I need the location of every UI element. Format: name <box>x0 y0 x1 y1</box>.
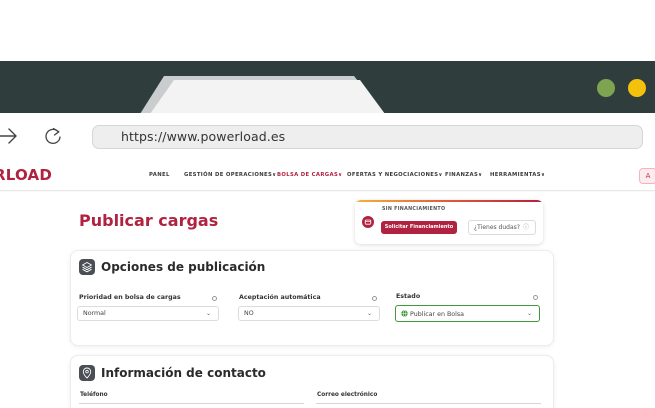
chevron-down-icon: ∨ <box>438 172 443 178</box>
email-label: Correo electrónico <box>317 392 378 398</box>
info-icon[interactable] <box>533 295 538 300</box>
chevron-down-icon: ⌄ <box>366 310 372 317</box>
address-bar-url: https://www.powerload.es <box>121 129 286 144</box>
info-icon[interactable] <box>372 296 377 301</box>
auto-accept-select[interactable]: NO ⌄ <box>238 306 380 321</box>
nav-item-label: FINANZAS <box>445 172 479 178</box>
reload-icon[interactable] <box>42 125 64 147</box>
status-label: Estado <box>396 293 421 300</box>
help-button[interactable]: ¿Tienes dudas? ⓘ <box>468 220 536 235</box>
nav-item-ofertas-negociaciones[interactable]: OFERTAS Y NEGOCIACIONES∨ <box>347 172 443 178</box>
phone-label: Teléfono <box>80 392 108 398</box>
auto-accept-select-value: NO <box>244 310 254 317</box>
request-financing-button[interactable]: Solicitar Financiamiento <box>381 221 457 234</box>
priority-select-value: Normal <box>83 310 106 317</box>
layers-icon <box>79 259 95 275</box>
chevron-down-icon: ∨ <box>338 172 343 178</box>
financing-icon <box>362 216 374 228</box>
powerload-logo[interactable]: RLOAD <box>0 166 52 184</box>
user-initial: A <box>645 172 651 180</box>
nav-item-label: BOLSA DE CARGAS <box>277 172 339 178</box>
window-control-yellow[interactable] <box>628 79 646 97</box>
window-control-green[interactable] <box>597 79 615 97</box>
nav-item-bolsa-cargas[interactable]: BOLSA DE CARGAS∨ <box>277 172 343 178</box>
email-input[interactable] <box>316 403 541 404</box>
priority-label: Prioridad en bolsa de cargas <box>79 294 181 301</box>
wallet-icon <box>364 219 372 225</box>
location-pin-icon <box>79 365 95 381</box>
nav-item-finanzas[interactable]: FINANZAS∨ <box>445 172 483 178</box>
chevron-down-icon: ∨ <box>478 172 483 178</box>
nav-item-label: OFERTAS Y NEGOCIACIONES <box>347 172 439 178</box>
layers-glyph <box>82 262 92 273</box>
nav-item-gestion-operaciones[interactable]: GESTIÓN DE OPERACIONES∨ <box>184 172 277 178</box>
auto-accept-label: Aceptación automática <box>239 294 321 301</box>
info-icon[interactable] <box>212 296 217 301</box>
pin-glyph <box>82 367 92 379</box>
financing-status-label: SIN FINANCIAMIENTO <box>382 207 446 212</box>
contact-info-title: Información de contacto <box>101 366 266 380</box>
chevron-down-icon: ⌄ <box>526 310 532 317</box>
publication-options-title: Opciones de publicación <box>101 260 266 274</box>
priority-select[interactable]: Normal ⌄ <box>77 306 219 321</box>
help-button-label: ¿Tienes dudas? <box>474 224 520 231</box>
browser-tab[interactable] <box>140 76 385 114</box>
chevron-down-icon: ∨ <box>272 172 277 178</box>
nav-item-label: HERRAMIENTAS <box>490 172 541 178</box>
globe-icon <box>401 310 408 317</box>
screen: https://www.powerload.es RLOAD PANEL GES… <box>0 0 655 408</box>
chevron-down-icon: ∨ <box>540 172 546 178</box>
info-icon: ⓘ <box>522 224 529 231</box>
nav-item-label: GESTIÓN DE OPERACIONES <box>184 172 273 178</box>
nav-item-panel[interactable]: PANEL <box>149 172 170 178</box>
page-title: Publicar cargas <box>79 211 219 230</box>
forward-arrow-icon[interactable] <box>0 124 20 148</box>
status-select-content: Publicar en Bolsa <box>401 310 464 318</box>
chevron-down-icon: ⌄ <box>205 310 211 317</box>
phone-input[interactable] <box>79 403 304 404</box>
nav-item-label: PANEL <box>149 172 170 178</box>
nav-item-herramientas[interactable]: HERRAMIENTAS∨ <box>490 172 545 178</box>
financing-card-accent <box>355 200 543 202</box>
user-avatar-button[interactable]: A <box>639 168 655 184</box>
tab-shape <box>140 76 385 114</box>
status-select[interactable]: Publicar en Bolsa ⌄ <box>395 305 540 322</box>
contact-info-card <box>70 355 554 408</box>
status-select-value: Publicar en Bolsa <box>410 311 465 318</box>
